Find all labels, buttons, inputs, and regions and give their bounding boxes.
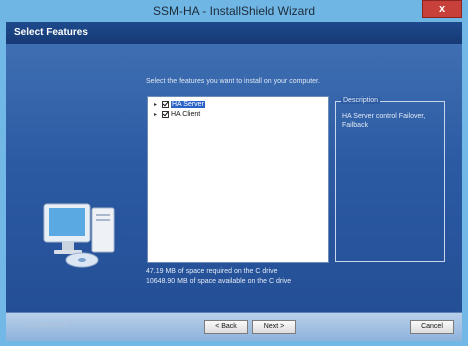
checkbox-checked-icon[interactable] — [162, 100, 169, 108]
instructions-text: Select the features you want to install … — [146, 78, 320, 85]
close-icon: x — [438, 3, 446, 15]
close-button[interactable]: x — [422, 0, 462, 18]
computer-with-disc-icon — [43, 203, 115, 268]
cancel-button[interactable]: Cancel — [410, 320, 454, 334]
window-title: SSM-HA - InstallShield Wizard — [152, 4, 316, 18]
feature-tree[interactable]: ▸ HA Server ▸ HA Client — [147, 96, 329, 263]
title-bar[interactable]: SSM-HA - InstallShield Wizard x — [0, 0, 468, 22]
back-button[interactable]: < Back — [204, 320, 248, 334]
feature-label: HA Server — [171, 101, 205, 108]
tree-expander-icon[interactable]: ▸ — [154, 102, 160, 108]
feature-item-ha-client[interactable]: HA Client — [162, 110, 200, 120]
description-text: HA Server control Failover, Failback — [342, 113, 426, 129]
page-title: Select Features — [14, 27, 88, 38]
feature-item-ha-server[interactable]: HA Server — [162, 100, 205, 110]
description-legend: Description — [341, 97, 381, 104]
installer-window: SSM-HA - InstallShield Wizard x Select F… — [0, 0, 468, 346]
tree-expander-icon[interactable]: ▸ — [154, 112, 160, 118]
wizard-footer: InstallShield < Back Next > Cancel — [6, 312, 462, 341]
space-required-text: 47.19 MB of space required on the C driv… — [146, 268, 278, 275]
wizard-header: Select Features — [6, 22, 462, 44]
checkbox-checked-icon[interactable] — [162, 110, 169, 118]
next-button[interactable]: Next > — [252, 320, 296, 334]
feature-label: HA Client — [171, 111, 201, 118]
space-available-text: 10648.90 MB of space available on the C … — [146, 278, 292, 285]
installshield-label: InstallShield — [28, 322, 66, 329]
description-group: Description HA Server control Failover, … — [335, 97, 445, 262]
